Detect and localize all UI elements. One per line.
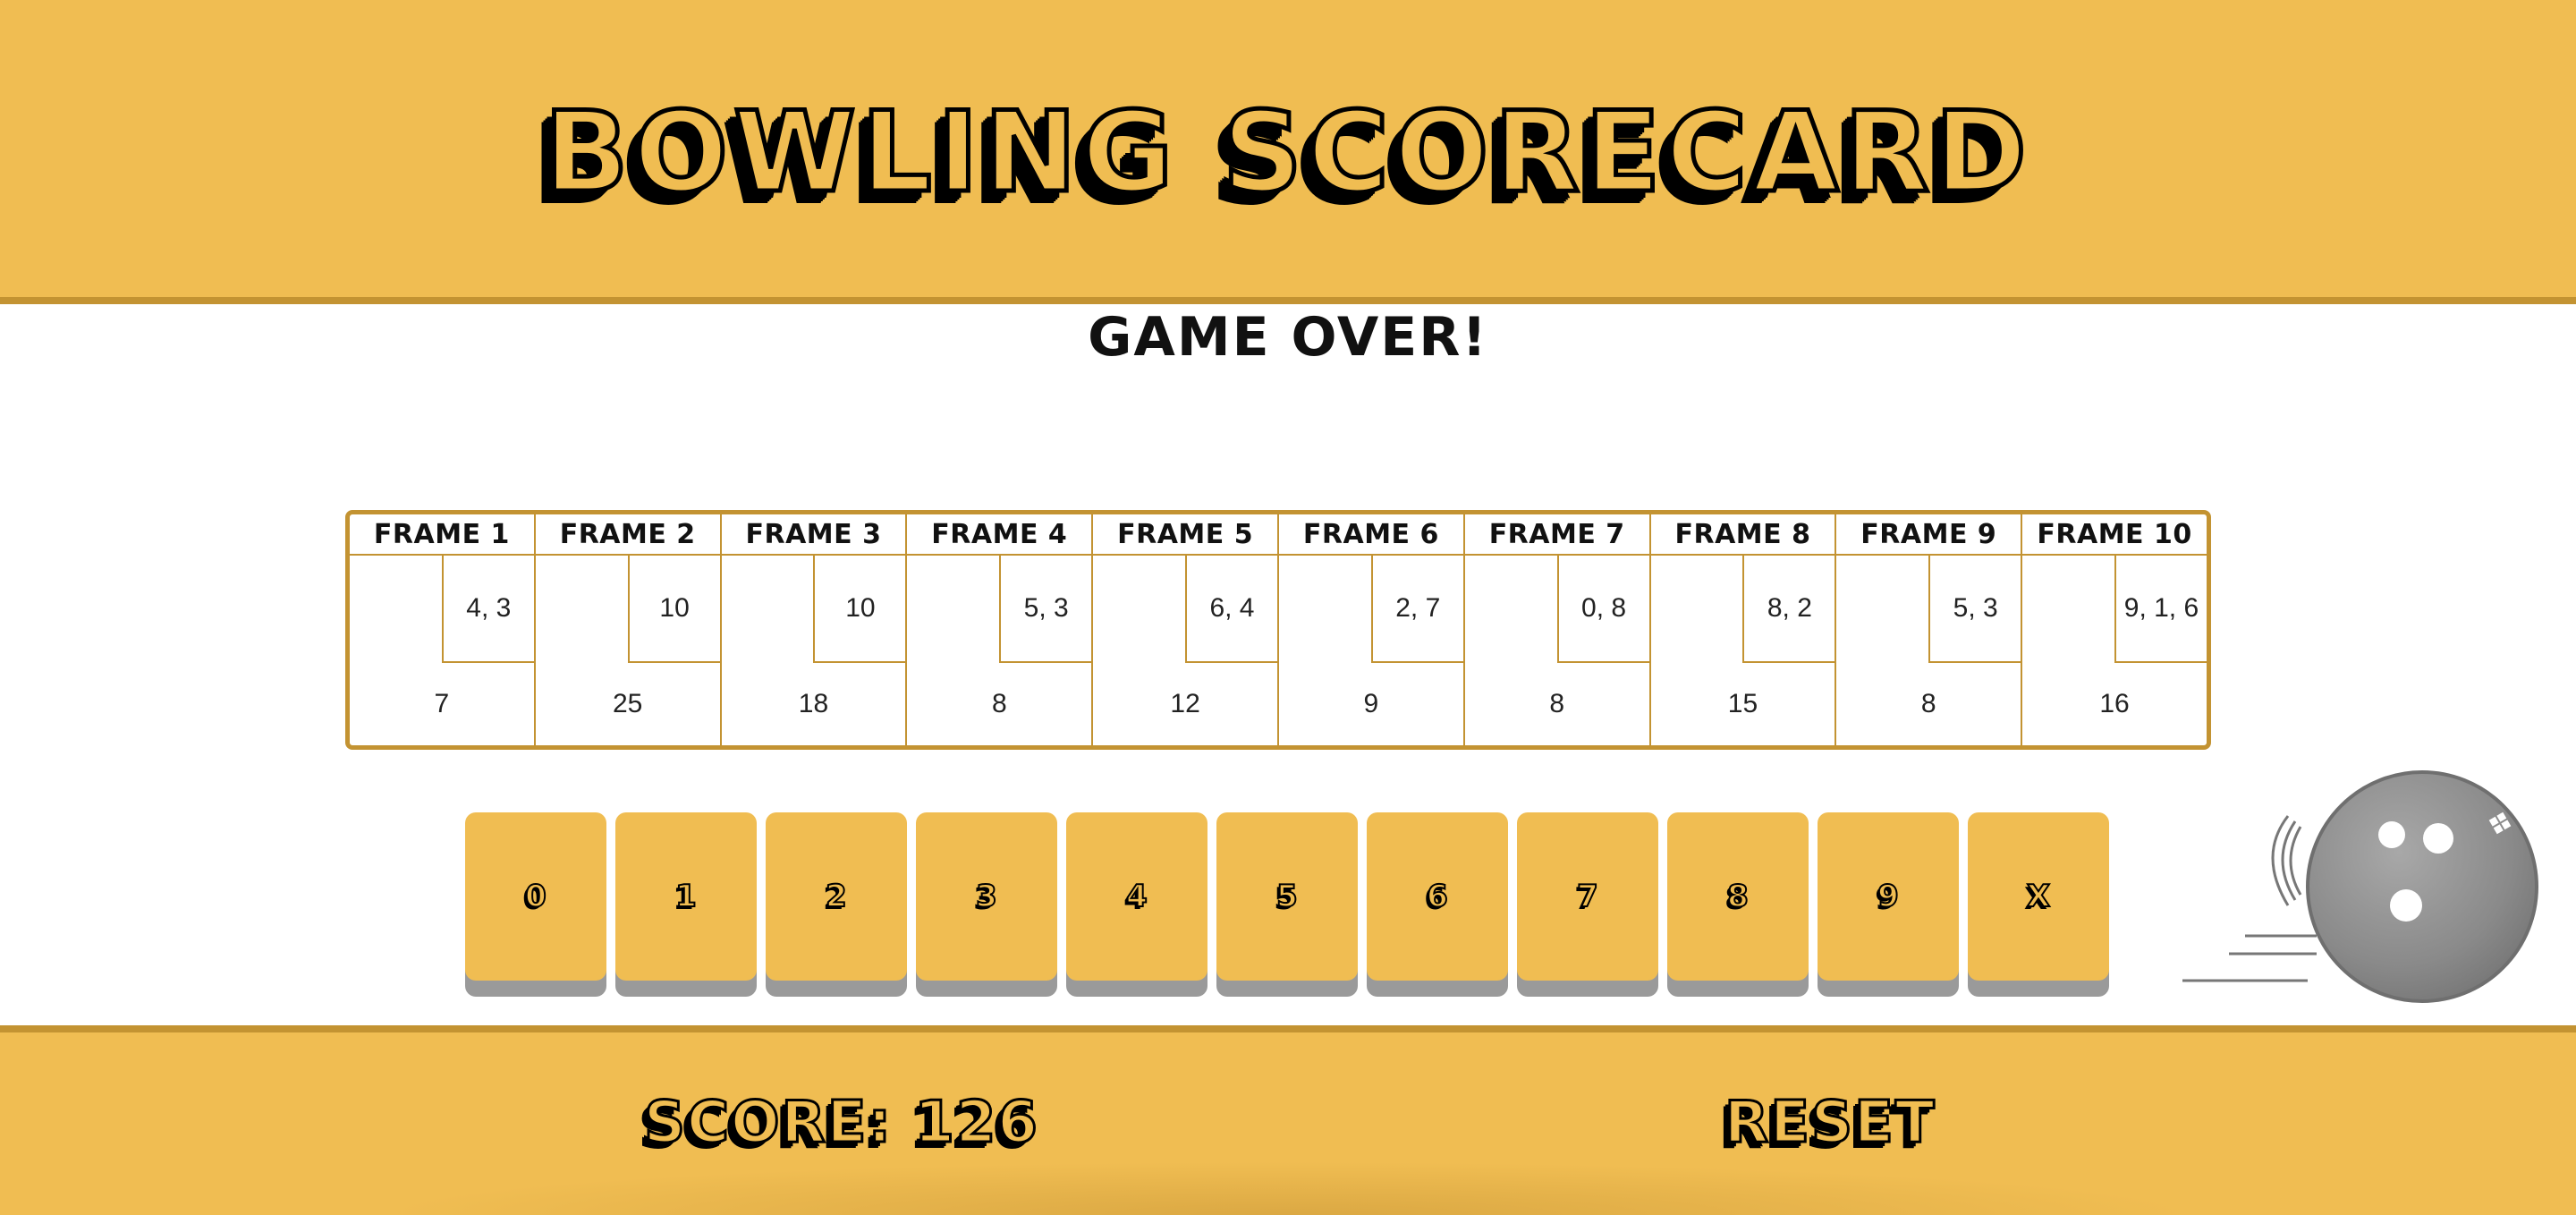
game-status: GAME OVER! bbox=[1088, 306, 1488, 369]
frame-total: 25 bbox=[613, 689, 643, 718]
frame: FRAME 10 9, 1, 6 16 bbox=[2022, 514, 2207, 745]
frame-label: FRAME 7 bbox=[1464, 514, 1649, 556]
frame-rolls: 0, 8 bbox=[1556, 556, 1649, 663]
scorecard: FRAME 1 4, 3 7 FRAME 2 10 25 FRAME 3 10 … bbox=[345, 510, 2211, 750]
frame-rolls: 9, 1, 6 bbox=[2114, 556, 2207, 663]
frame: FRAME 6 2, 7 9 bbox=[1278, 514, 1465, 745]
frame-label: FRAME 3 bbox=[721, 514, 906, 556]
pin-button-4[interactable]: 4 bbox=[1066, 812, 1208, 981]
frame-label: FRAME 6 bbox=[1278, 514, 1463, 556]
pin-button-0[interactable]: 0 bbox=[465, 812, 606, 981]
frame-total: 9 bbox=[1363, 689, 1379, 718]
frame: FRAME 8 8, 2 15 bbox=[1650, 514, 1837, 745]
frame-label: FRAME 10 bbox=[2022, 514, 2207, 556]
header: Bowling Scorecard bbox=[0, 0, 2576, 304]
frame-total: 15 bbox=[1727, 689, 1758, 718]
frame-rolls: 4, 3 bbox=[441, 556, 534, 663]
pin-button-5[interactable]: 5 bbox=[1216, 812, 1358, 981]
pin-button-1[interactable]: 1 bbox=[615, 812, 757, 981]
frame-rolls: 5, 3 bbox=[1928, 556, 2021, 663]
frame-rolls: 10 bbox=[627, 556, 720, 663]
frame-label: FRAME 8 bbox=[1650, 514, 1835, 556]
bowling-ball-icon bbox=[2182, 770, 2538, 1003]
frame-total: 8 bbox=[1549, 689, 1565, 718]
frame-label: FRAME 4 bbox=[907, 514, 1092, 556]
pin-button-8[interactable]: 8 bbox=[1667, 812, 1809, 981]
page-title: Bowling Scorecard bbox=[542, 87, 2032, 220]
frame-rolls: 2, 7 bbox=[1370, 556, 1463, 663]
frame-rolls: 8, 2 bbox=[1742, 556, 1835, 663]
frame: FRAME 5 6, 4 12 bbox=[1093, 514, 1279, 745]
frame-total: 7 bbox=[434, 689, 450, 718]
frame-total: 8 bbox=[1920, 689, 1936, 718]
frame-total: 18 bbox=[798, 689, 829, 718]
reset-button[interactable]: RESET bbox=[1723, 1089, 1936, 1158]
frame-total: 16 bbox=[2099, 689, 2130, 718]
frame-total: 12 bbox=[1170, 689, 1200, 718]
frame-rolls: 6, 4 bbox=[1184, 556, 1277, 663]
frame: FRAME 3 10 18 bbox=[721, 514, 908, 745]
score-display: SCORE: 126 bbox=[643, 1089, 1039, 1158]
pin-button-2[interactable]: 2 bbox=[766, 812, 907, 981]
frame: FRAME 7 0, 8 8 bbox=[1464, 514, 1651, 745]
pin-button-3[interactable]: 3 bbox=[916, 812, 1057, 981]
pin-button-7[interactable]: 7 bbox=[1517, 812, 1658, 981]
frame: FRAME 4 5, 3 8 bbox=[907, 514, 1094, 745]
frame-rolls: 5, 3 bbox=[999, 556, 1092, 663]
frame: FRAME 1 4, 3 7 bbox=[350, 514, 536, 745]
frame-total: 8 bbox=[991, 689, 1007, 718]
frame-rolls: 10 bbox=[813, 556, 906, 663]
pin-button-6[interactable]: 6 bbox=[1367, 812, 1508, 981]
frame-label: FRAME 2 bbox=[535, 514, 720, 556]
footer: SCORE: 126 RESET bbox=[0, 1025, 2576, 1215]
frame: FRAME 9 5, 3 8 bbox=[1836, 514, 2023, 745]
frame-label: FRAME 9 bbox=[1836, 514, 2021, 556]
frame-label: FRAME 1 bbox=[350, 514, 534, 556]
pin-buttons: 0 1 2 3 4 5 6 7 8 9 X bbox=[465, 812, 2109, 981]
frame-label: FRAME 5 bbox=[1093, 514, 1277, 556]
frame: FRAME 2 10 25 bbox=[535, 514, 722, 745]
pin-button-9[interactable]: 9 bbox=[1818, 812, 1959, 981]
pin-button-strike[interactable]: X bbox=[1968, 812, 2109, 981]
